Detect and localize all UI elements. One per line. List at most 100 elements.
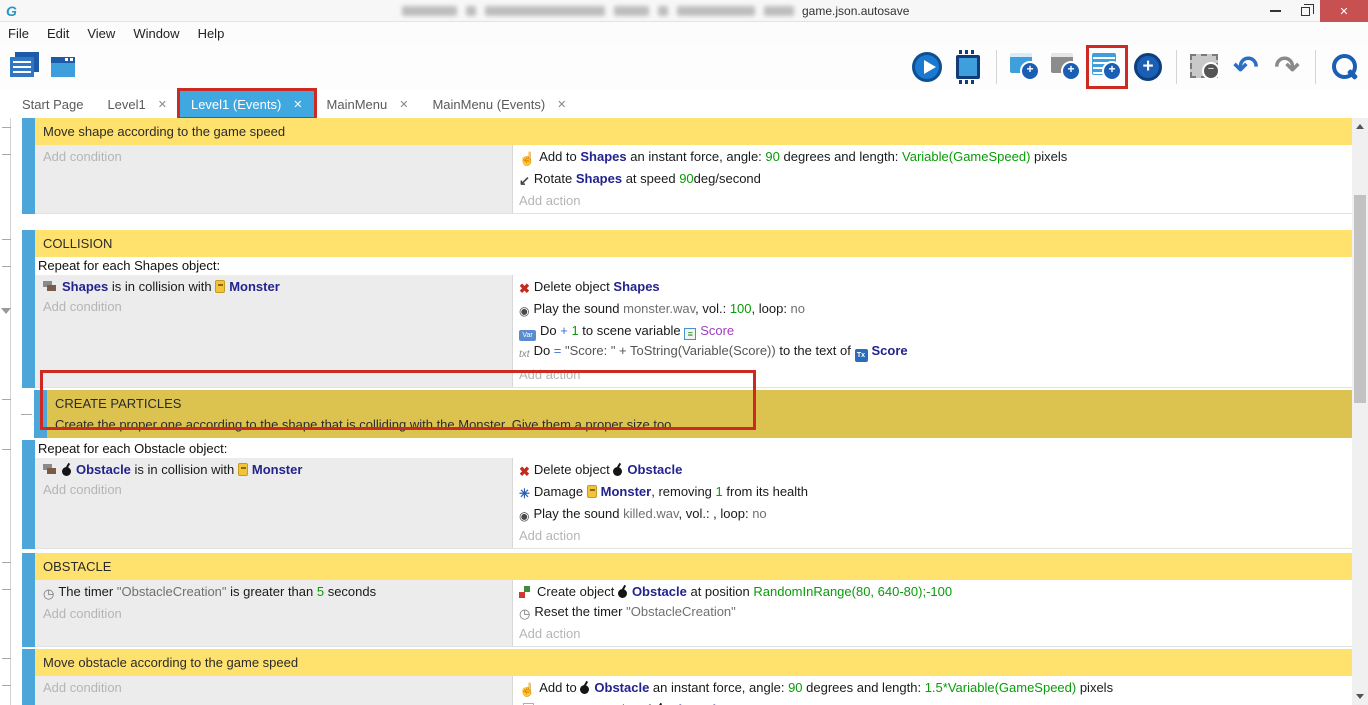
event-block[interactable]: The timer "ObstacleCreation" is greater … (22, 580, 1352, 647)
event-block[interactable]: Repeat for each Shapes object: Shapes is … (22, 257, 1352, 388)
comment-block[interactable]: COLLISION (22, 230, 1352, 257)
text-segment: "ObstacleCreation" (117, 584, 227, 599)
add-condition-placeholder[interactable]: Add condition (43, 604, 512, 624)
tab-level1-events-[interactable]: Level1 (Events)✕ (179, 90, 315, 118)
comment-block[interactable]: Move shape according to the game speed (22, 118, 1352, 145)
force-icon (519, 680, 535, 700)
tab-close-icon[interactable]: ✕ (557, 98, 566, 111)
menu-help[interactable]: Help (198, 26, 225, 41)
comment-block[interactable]: OBSTACLE (22, 553, 1352, 580)
tab-close-icon[interactable]: ✕ (293, 98, 302, 111)
text-segment: , loop: (752, 301, 791, 316)
event-block[interactable]: Repeat for each Obstacle object: Obstacle… (22, 440, 1352, 549)
tab-start-page[interactable]: Start Page (10, 90, 95, 118)
menu-view[interactable]: View (87, 26, 115, 41)
condition-line[interactable]: Obstacle is in collision with Monster (43, 460, 512, 480)
text-segment: Obstacle (627, 462, 682, 477)
redo-button[interactable] (1269, 48, 1305, 86)
debug-button[interactable] (950, 48, 986, 86)
add-event-button[interactable] (1007, 48, 1043, 86)
scene-editor-button[interactable] (45, 48, 81, 86)
event-side-bar[interactable] (22, 580, 35, 647)
event-side-bar[interactable] (22, 118, 35, 145)
add-action-placeholder[interactable]: Add action (519, 191, 1352, 211)
scene-editor-icon (51, 57, 75, 77)
add-action-placeholder[interactable]: Add action (519, 624, 1352, 644)
event-block[interactable]: Add condition Add to Obstacle an instant … (22, 676, 1352, 705)
event-side-bar[interactable] (22, 257, 35, 388)
add-action-placeholder[interactable]: Add action (519, 526, 1352, 546)
add-condition-placeholder[interactable]: Add condition (43, 147, 512, 167)
tab-level1[interactable]: Level1✕ (95, 90, 179, 118)
event-side-bar[interactable] (22, 553, 35, 580)
text-segment: Obstacle (594, 680, 649, 695)
add-condition-placeholder[interactable]: Add condition (43, 480, 512, 500)
menu-edit[interactable]: Edit (47, 26, 69, 41)
event-side-bar[interactable] (22, 230, 35, 257)
textobj-icon (855, 349, 868, 362)
minimize-button[interactable] (1260, 0, 1290, 22)
action-line[interactable]: Do + 1 to scene variable Score (519, 321, 1352, 341)
tab-close-icon[interactable]: ✕ (399, 98, 408, 111)
event-side-bar[interactable] (22, 145, 35, 214)
add-circle-button[interactable] (1130, 48, 1166, 86)
collision-icon (43, 464, 58, 476)
action-line[interactable]: Rotate Shapes at speed 90deg/second (519, 169, 1352, 191)
action-line[interactable]: Play the sound monster.wav, vol.: 100, l… (519, 299, 1352, 321)
text-segment: pixels (1076, 680, 1113, 695)
event-side-bar[interactable] (34, 390, 47, 438)
menu-file[interactable]: File (8, 26, 29, 41)
event-side-bar[interactable] (22, 649, 35, 676)
comment-block[interactable]: CREATE PARTICLESCreate the proper one ac… (34, 390, 1352, 438)
action-line[interactable]: Create object Obstacle at position Rando… (519, 582, 1352, 602)
scroll-down-arrow-icon[interactable] (1356, 694, 1364, 699)
action-line[interactable]: Reset the timer "ObstacleCreation" (519, 602, 1352, 624)
foreach-header[interactable]: Repeat for each Shapes object: (35, 257, 1352, 275)
project-manager-button[interactable] (4, 48, 40, 86)
tab-close-icon[interactable]: ✕ (158, 98, 167, 111)
timer-icon (43, 584, 54, 604)
action-line[interactable]: Damage Monster, removing 1 from its heal… (519, 482, 1352, 504)
add-condition-placeholder[interactable]: Add condition (43, 297, 512, 317)
play-button[interactable] (909, 48, 945, 86)
menu-window[interactable]: Window (133, 26, 179, 41)
text-segment: Do (540, 323, 560, 338)
event-side-bar[interactable] (22, 676, 35, 705)
foreach-header[interactable]: Repeat for each Obstacle object: (35, 440, 1352, 458)
close-button[interactable]: ✕ (1320, 0, 1368, 22)
text-segment: no (752, 506, 766, 521)
condition-line[interactable]: The timer "ObstacleCreation" is greater … (43, 582, 512, 604)
action-line[interactable]: Add to Shapes an instant force, angle: 9… (519, 147, 1352, 169)
fold-arrow-icon[interactable] (1, 308, 11, 314)
text-segment: is greater than (227, 584, 317, 599)
event-side-bar[interactable] (22, 440, 35, 549)
add-subevent-button[interactable] (1048, 48, 1084, 86)
actions-column: Delete object ObstacleDamage Monster, re… (513, 458, 1352, 548)
undo-button[interactable] (1228, 48, 1264, 86)
text-segment: Reset the timer (534, 604, 626, 619)
tab-mainmenu-events-[interactable]: MainMenu (Events)✕ (420, 90, 578, 118)
tab-bar: Start PageLevel1✕Level1 (Events)✕MainMen… (0, 90, 1368, 118)
action-line[interactable]: Do = "Score: " + ToString(Variable(Score… (519, 341, 1352, 365)
add-action-placeholder[interactable]: Add action (519, 365, 1352, 385)
action-line[interactable]: Delete object Obstacle (519, 460, 1352, 482)
scrollbar-thumb[interactable] (1354, 195, 1366, 403)
action-line[interactable]: Do = 4 to Z-order of Obstacle (519, 700, 1352, 705)
text-segment: Shapes (576, 171, 622, 186)
add-comment-button[interactable] (1089, 48, 1125, 86)
action-line[interactable]: Play the sound killed.wav, vol.: , loop:… (519, 504, 1352, 526)
remove-event-button[interactable] (1187, 48, 1223, 86)
condition-line[interactable]: Shapes is in collision with Monster (43, 277, 512, 297)
vertical-scrollbar[interactable] (1352, 118, 1368, 705)
tab-mainmenu[interactable]: MainMenu✕ (315, 90, 421, 118)
add-condition-placeholder[interactable]: Add condition (43, 678, 512, 698)
restore-button[interactable] (1290, 0, 1320, 22)
comment-block[interactable]: Move obstacle according to the game spee… (22, 649, 1352, 676)
scroll-up-arrow-icon[interactable] (1356, 124, 1364, 129)
action-line[interactable]: Delete object Shapes (519, 277, 1352, 299)
action-line[interactable]: Add to Obstacle an instant force, angle:… (519, 678, 1352, 700)
search-button[interactable] (1326, 48, 1362, 86)
event-block[interactable]: Add condition Add to Shapes an instant fo… (22, 145, 1352, 214)
text-segment: Add condition (43, 149, 122, 164)
text-segment: Monster (229, 279, 280, 294)
